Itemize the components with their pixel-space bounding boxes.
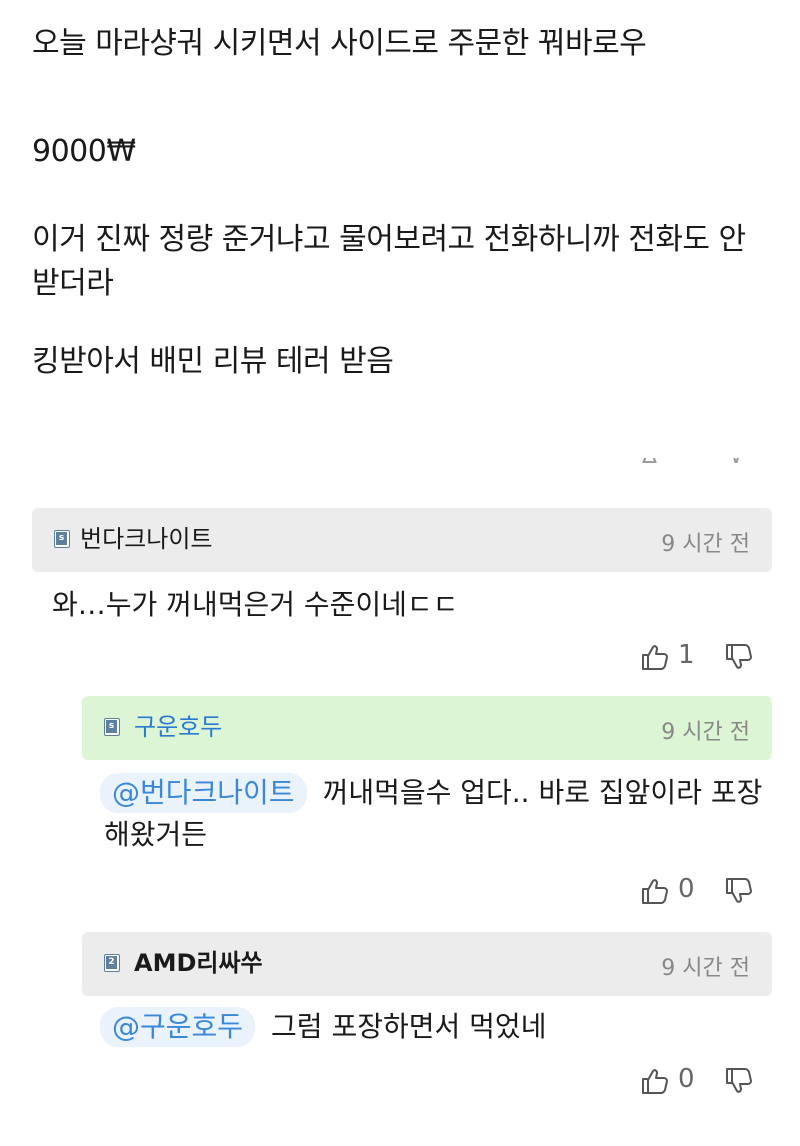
reply-text: @번다크나이트 꺼내먹을수 업다.. 바로 집앞이라 포장해왔거든 [100,772,772,856]
thumbs-down-icon[interactable] [724,876,754,906]
thumbs-down-icon[interactable] [724,642,754,672]
comment-time: 9 시간 전 [661,532,750,557]
comment-votes: 0 [640,1062,770,1102]
comment-author[interactable]: 구운호두 [134,712,222,742]
comment-votes: 0 [640,872,770,912]
level-badge-icon: s [104,718,120,736]
level-badge-icon: 2 [104,954,120,972]
post-line: 오늘 마라샹궈 시키면서 사이드로 주문한 꿔바로우 [32,26,647,61]
like-count: 1 [678,640,695,670]
comment-header: s 번다크나이트 9 시간 전 [32,508,772,572]
comment-author[interactable]: 번다크나이트 [80,524,212,554]
like-count: 0 [678,1064,695,1094]
cropped-vote-row: ᐃ - ∨ [640,458,750,488]
mention-tag[interactable]: @번다크나이트 [100,773,307,813]
thumbs-down-icon[interactable] [724,1066,754,1096]
like-count: 0 [678,874,695,904]
comment-votes: 1 [640,638,770,678]
reply-text: @구운호두 그럼 포장하면서 먹었네 [100,1006,772,1048]
post-line: 킹받아서 배민 리뷰 테러 받음 [32,344,394,379]
mention-tag[interactable]: @구운호두 [100,1007,256,1047]
level-badge-icon: s [54,530,70,548]
thumbs-up-icon[interactable] [640,1066,670,1096]
comment-time: 9 시간 전 [661,720,750,745]
thumbs-up-icon[interactable] [640,876,670,906]
thumbs-up-icon[interactable] [640,642,670,672]
reply-header: 2 AMD리싸쑤 9 시간 전 [82,932,772,996]
comment-text: 와…누가 꺼내먹은거 수준이네ㄷㄷ [52,588,459,621]
post-line: 이거 진짜 정량 준거냐고 물어보려고 전화하니까 전화도 안받더라 [32,222,746,301]
reply-header: s 구운호두 9 시간 전 [82,696,772,760]
post-price: 9000₩ [32,134,136,169]
comment-time: 9 시간 전 [661,956,750,981]
comment-author[interactable]: AMD리싸쑤 [134,948,263,978]
